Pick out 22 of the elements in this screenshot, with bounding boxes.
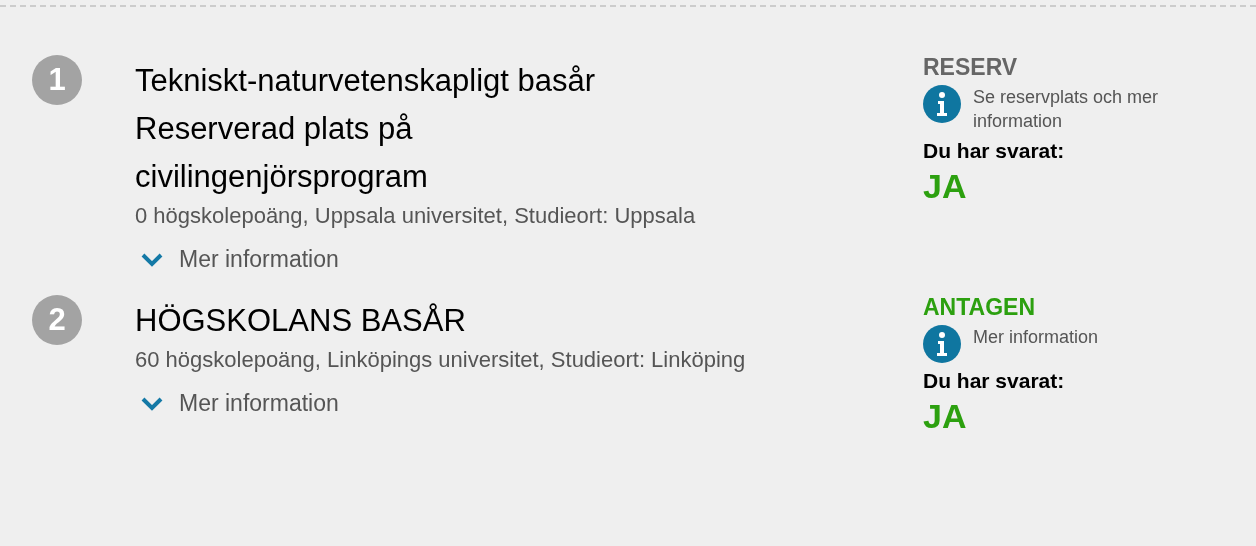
program-details: 0 högskolepoäng, Uppsala universitet, Studieort: Uppsala <box>135 202 697 230</box>
info-icon[interactable] <box>923 85 961 123</box>
more-info-link[interactable]: Mer information <box>179 246 339 273</box>
program-title: Tekniskt-naturvetenskapligt basår <box>135 62 597 100</box>
program-details: 60 högskolepoäng, Linköpings universitet, Studieort: Linköping <box>135 346 747 374</box>
info-icon[interactable] <box>923 325 961 363</box>
answer-label: Du har svarat: <box>923 369 1066 393</box>
answer-value: JA <box>923 167 968 206</box>
chevron-down-icon[interactable] <box>141 396 163 411</box>
status-label: RESERV <box>923 53 1019 82</box>
answer-label: Du har svarat: <box>923 139 1066 163</box>
number-badge: 1 <box>32 55 82 105</box>
number-badge: 2 <box>32 295 82 345</box>
more-info-link[interactable]: Mer information <box>179 390 339 417</box>
program-title: civilingenjörsprogram <box>135 158 429 196</box>
program-title: HÖGSKOLANS BASÅR <box>135 302 467 340</box>
answer-value: JA <box>923 397 968 436</box>
chevron-down-icon[interactable] <box>141 252 163 267</box>
info-link[interactable]: Mer information <box>973 325 1193 349</box>
status-label: ANTAGEN <box>923 293 1036 322</box>
program-title: Reserverad plats på <box>135 110 414 148</box>
info-link[interactable]: Se reservplats och mer information <box>973 85 1193 133</box>
